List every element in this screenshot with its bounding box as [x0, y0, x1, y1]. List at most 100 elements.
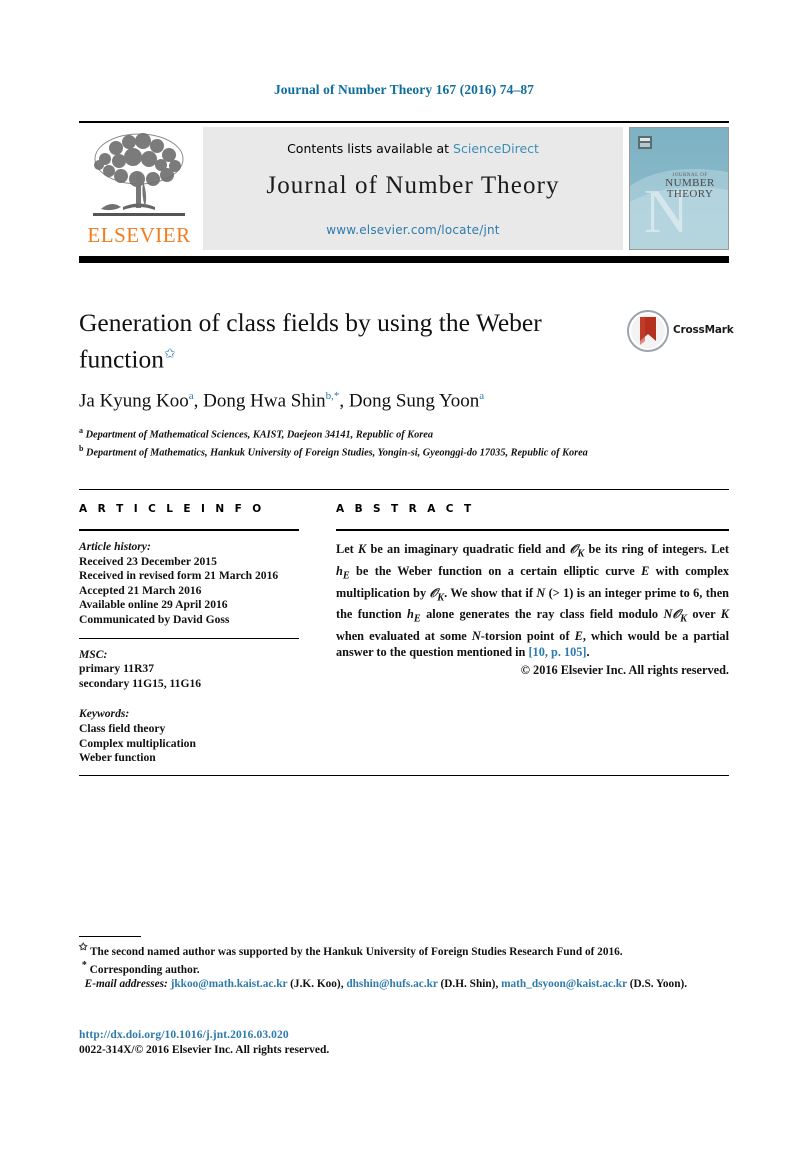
- footnote-marker-asterisk: *: [81, 960, 87, 972]
- article-info-rule: [79, 529, 299, 531]
- affiliation-item: a Department of Mathematical Sciences, K…: [79, 424, 639, 442]
- footnote-corresponding-text: Corresponding author.: [89, 963, 200, 976]
- affiliation-text: Department of Mathematical Sciences, KAI…: [85, 429, 433, 441]
- history-item: Received 23 December 2015: [79, 554, 217, 568]
- math-symbol-h: h: [406, 607, 414, 622]
- abstract-fragment: Let: [336, 542, 359, 556]
- history-item: Communicated by David Goss: [79, 612, 230, 626]
- email-link[interactable]: math_dsyoon@kaist.ac.kr: [501, 978, 627, 990]
- svg-text:THEORY: THEORY: [667, 188, 713, 200]
- msc-item: primary 11R37: [79, 662, 155, 676]
- abstract-citation-link[interactable]: [10, p. 105]: [528, 645, 586, 659]
- affiliation-item: b Department of Mathematics, Hankuk Univ…: [79, 442, 639, 460]
- header-divider: [79, 256, 729, 263]
- footnote-block: ✩ The second named author was supported …: [79, 941, 729, 992]
- author-name: Ja Kyung Koo: [79, 390, 189, 412]
- math-subscript-K: K: [680, 613, 687, 625]
- footnote-marker-star: ✩: [79, 942, 88, 953]
- contents-prefix: Contents lists available at: [287, 141, 450, 156]
- info-section-top-rule: [79, 489, 729, 490]
- abstract-rule: [336, 529, 729, 531]
- keyword-item: Class field theory: [79, 721, 166, 735]
- math-symbol-N: N: [471, 629, 481, 643]
- crossmark-badge[interactable]: CrossMark: [627, 310, 734, 354]
- elsevier-logo: ELSEVIER: [79, 127, 199, 250]
- running-head: Journal of Number Theory 167 (2016) 74–8…: [273, 82, 535, 97]
- doi-link[interactable]: http://dx.doi.org/10.1016/j.jnt.2016.03.…: [79, 1029, 289, 1041]
- abstract-fragment: be its ring of integers. Let: [584, 542, 729, 556]
- contents-lists-line: Contents lists available at ScienceDirec…: [203, 141, 623, 156]
- email-link[interactable]: jkkoo@math.kaist.ac.kr: [171, 978, 288, 990]
- math-symbol-E: E: [574, 629, 583, 643]
- article-history-label: Article history:: [79, 540, 151, 553]
- math-symbol-N: N: [536, 585, 546, 600]
- article-history: Article history: Received 23 December 20…: [79, 540, 299, 628]
- abstract-fragment: over: [686, 607, 721, 622]
- math-symbol-K: K: [720, 607, 729, 622]
- abstract-text: Let K be an imaginary quadratic field an…: [336, 541, 729, 661]
- info-section-bottom-rule: [79, 775, 729, 776]
- abstract-copyright: © 2016 Elsevier Inc. All rights reserved…: [520, 662, 729, 677]
- msc-divider: [79, 637, 299, 639]
- journal-cover-thumbnail[interactable]: N JOURNAL OF NUMBER THEORY: [629, 127, 729, 250]
- history-item: Received in revised form 21 March 2016: [79, 569, 279, 583]
- author-affiliation-mark: a: [479, 390, 485, 402]
- keyword-item: Complex multiplication: [79, 736, 196, 750]
- footnote-corresponding: * Corresponding author.: [79, 959, 729, 977]
- history-item: Available online 29 April 2016: [79, 598, 228, 612]
- author-name: Dong Hwa Shin: [203, 390, 326, 412]
- msc-item: secondary 11G15, 11G16: [79, 676, 202, 690]
- footnote-rule: [79, 936, 141, 937]
- math-subscript-E: E: [413, 613, 421, 625]
- abstract-heading: A B S T R A C T: [336, 503, 475, 515]
- author-affiliation-mark: a: [188, 390, 194, 402]
- journal-homepage-link[interactable]: www.elsevier.com/locate/jnt: [203, 223, 623, 237]
- affiliation-mark: b: [79, 443, 84, 453]
- article-title-text: Generation of class fields by using the …: [79, 308, 542, 374]
- math-symbol-h: h: [336, 563, 343, 578]
- affiliation-text: Department of Mathematics, Hankuk Univer…: [86, 447, 588, 459]
- affiliation-list: a Department of Mathematical Sciences, K…: [79, 424, 639, 460]
- abstract-fragment: alone generates the ray class field modu…: [420, 607, 664, 622]
- affiliation-mark: a: [79, 426, 83, 435]
- math-symbol-K: K: [358, 542, 367, 556]
- title-footnote-marker[interactable]: ✩: [164, 347, 176, 362]
- article-first-page: Journal of Number Theory 167 (2016) 74–8…: [0, 0, 808, 1162]
- journal-banner: ELSEVIER Contents lists available at Sci…: [79, 121, 729, 250]
- math-symbol-O: 𝒪: [672, 607, 681, 622]
- email-owner: (D.S. Yoon): [629, 978, 685, 991]
- msc-block: MSC: primary 11R37 secondary 11G15, 11G1…: [79, 648, 299, 692]
- sciencedirect-link[interactable]: ScienceDirect: [453, 141, 539, 156]
- abstract-fragment: be an imaginary quadratic field and: [366, 542, 570, 556]
- keyword-item: Weber function: [79, 751, 156, 765]
- email-link[interactable]: dhshin@hufs.ac.kr: [346, 978, 437, 990]
- history-item: Accepted 21 March 2016: [79, 583, 202, 597]
- abstract-fragment: when evaluated at some: [336, 629, 472, 643]
- elsevier-wordmark: ELSEVIER: [87, 223, 191, 247]
- crossmark-label: CrossMark: [673, 324, 734, 336]
- footnote-emails: E-mail addresses: jkkoo@math.kaist.ac.kr…: [84, 978, 688, 991]
- page-title: Generation of class fields by using the …: [79, 307, 579, 376]
- keywords-label: Keywords:: [79, 707, 130, 721]
- abstract-fragment: -torsion point of: [480, 629, 575, 643]
- keywords-block: Keywords: Class field theory Complex mul…: [79, 707, 299, 765]
- abstract-fragment: . We show that if: [444, 585, 537, 600]
- author-name: Dong Sung Yoon: [348, 390, 480, 412]
- article-info-heading: A R T I C L E I N F O: [79, 503, 265, 515]
- journal-title: Journal of Number Theory: [266, 172, 560, 199]
- author-list: Ja Kyung Kooa, Dong Hwa Shinb,*, Dong Su…: [79, 390, 485, 412]
- email-label: E-mail addresses:: [84, 978, 168, 991]
- msc-label: MSC:: [79, 647, 108, 661]
- abstract-fragment: be the Weber function on a certain ellip…: [349, 563, 642, 578]
- banner-center: Contents lists available at ScienceDirec…: [203, 127, 623, 250]
- email-owner: (D.H. Shin): [440, 978, 496, 991]
- article-info-column: A R T I C L E I N F O Article history: R…: [79, 503, 299, 766]
- issn-copyright-line: 0022-314X/© 2016 Elsevier Inc. All right…: [79, 1044, 330, 1056]
- abstract-fragment: .: [586, 645, 590, 660]
- elsevier-tree-icon: [83, 129, 195, 225]
- abstract-column: A B S T R A C T Let K be an imaginary qu…: [336, 503, 729, 678]
- math-subscript-E: E: [342, 570, 350, 582]
- author-affiliation-mark: b,*: [325, 390, 340, 402]
- footnote-funding-text: The second named author was supported by…: [90, 945, 623, 958]
- footnote-funding: ✩ The second named author was supported …: [79, 941, 729, 959]
